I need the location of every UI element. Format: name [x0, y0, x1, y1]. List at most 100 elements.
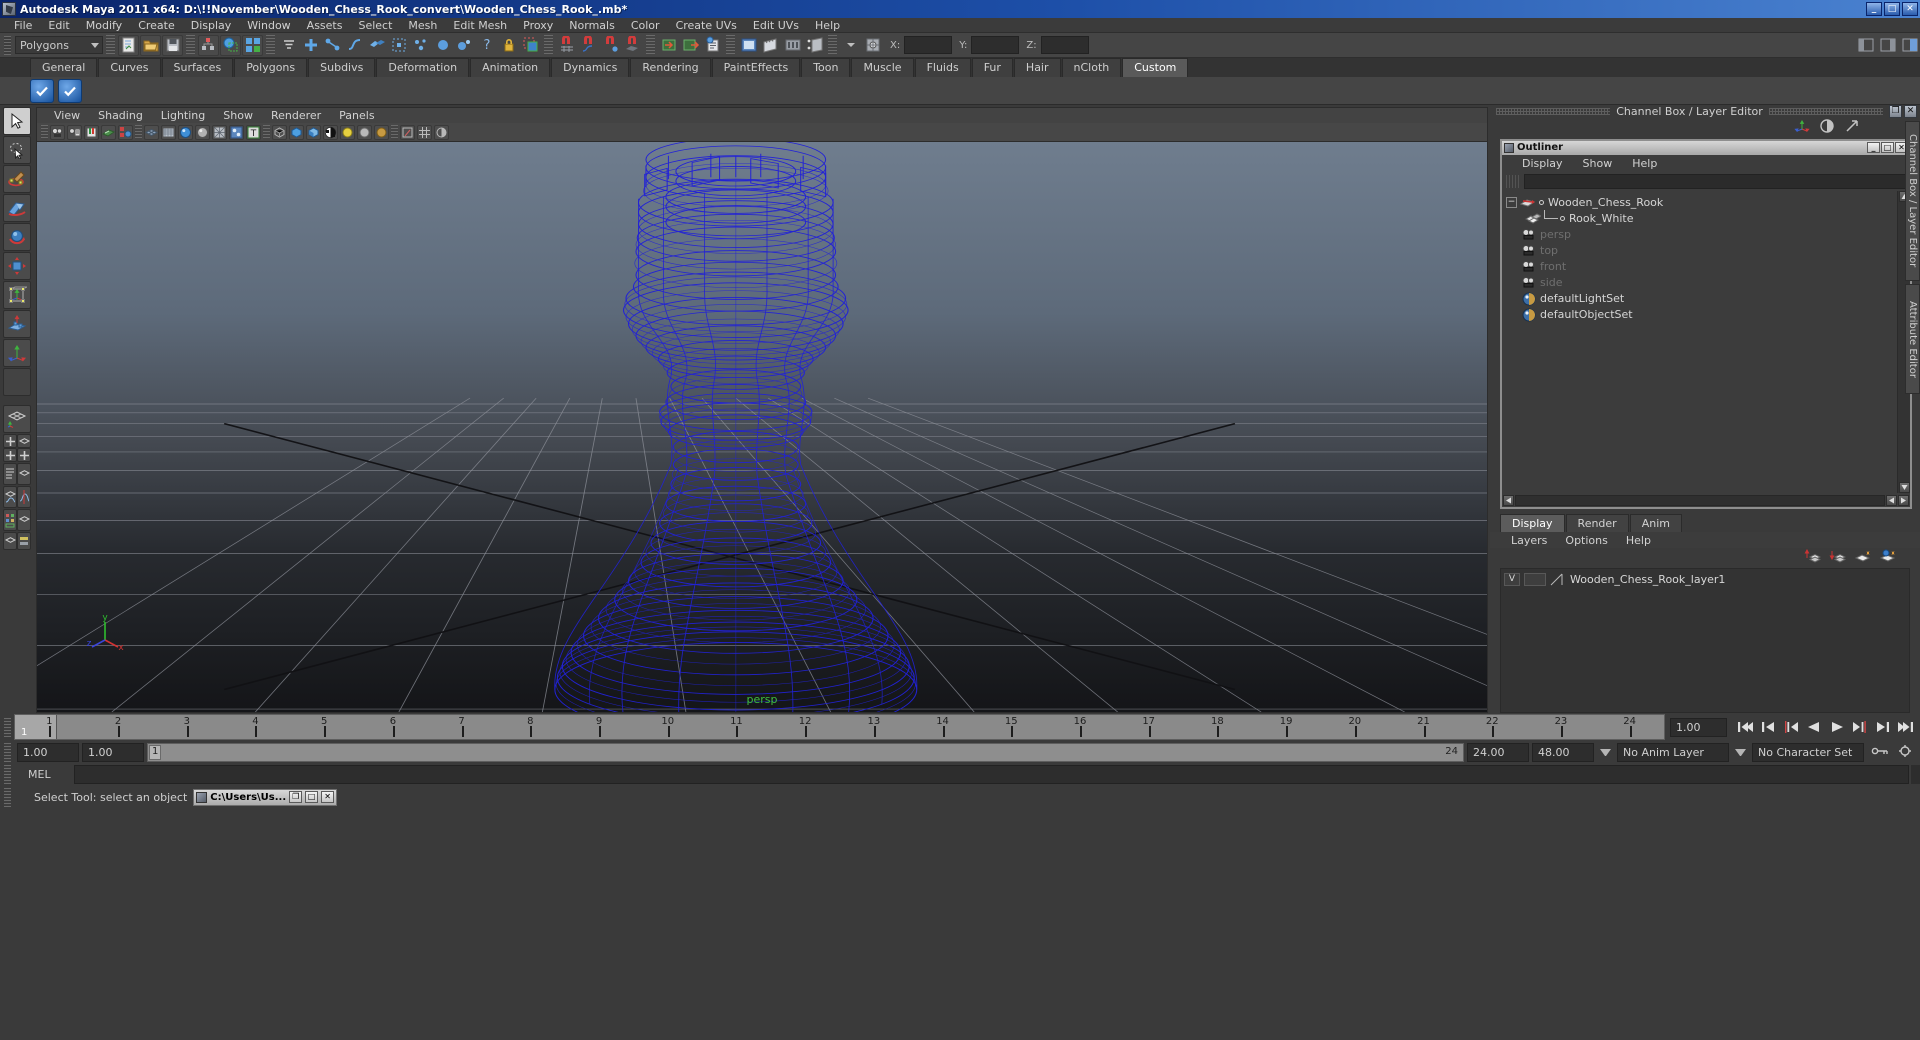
curve-mask-icon[interactable] [344, 35, 365, 56]
animation-end-time-field[interactable]: 48.00 [1532, 742, 1594, 762]
outliner-menu-help[interactable]: Help [1622, 157, 1667, 170]
outliner-menu-show[interactable]: Show [1573, 157, 1623, 170]
outliner-hscroll-track[interactable] [1515, 494, 1885, 506]
layout-two-pane-button[interactable] [3, 448, 17, 462]
layer-up-icon[interactable] [1804, 548, 1822, 566]
shelf-tab-dynamics[interactable]: Dynamics [551, 58, 630, 77]
open-scene-button[interactable] [140, 34, 161, 56]
shadows-icon[interactable] [306, 124, 321, 140]
outliner-row-side[interactable]: side [1502, 275, 1897, 291]
shelf-tab-general[interactable]: General [30, 58, 98, 77]
transform-field-mode-icon[interactable] [862, 35, 883, 56]
select-by-object-type-button[interactable] [220, 34, 241, 56]
layout-hypershade-persp-button[interactable] [3, 509, 17, 531]
layer-row[interactable]: V Wooden_Chess_Rook_layer1 [1504, 572, 1906, 587]
menu-create[interactable]: Create [130, 18, 183, 33]
character-set-field[interactable]: No Character Set [1752, 742, 1864, 762]
minimize-button[interactable]: _ [1866, 2, 1882, 16]
exposure-icon[interactable] [434, 124, 449, 140]
layout-four-view-button[interactable] [3, 434, 17, 448]
layer-playback-toggle[interactable] [1524, 572, 1546, 586]
hardware-texture-icon[interactable] [161, 124, 176, 140]
tab-anim-layers[interactable]: Anim [1629, 514, 1682, 533]
coord-x-input[interactable] [904, 36, 953, 54]
close-button[interactable]: ✕ [1902, 2, 1918, 16]
layer-visibility-toggle[interactable]: V [1504, 572, 1520, 586]
menu-window[interactable]: Window [239, 18, 298, 33]
panel-restore-button[interactable]: ❐ [1889, 105, 1902, 119]
shelf-tab-curves[interactable]: Curves [98, 58, 161, 77]
play-forwards-icon[interactable] [1827, 718, 1847, 737]
shelf-tab-rendering[interactable]: Rendering [630, 58, 711, 77]
toggle-lighting-default-icon[interactable] [272, 124, 287, 140]
light-grey-icon[interactable] [357, 124, 372, 140]
layout-single-perspective-button[interactable] [3, 405, 31, 433]
viewport-menu-show[interactable]: Show [214, 109, 262, 122]
render-settings-icon[interactable] [782, 35, 803, 56]
face-mask-icon[interactable] [366, 35, 387, 56]
anim-layer-field[interactable]: No Anim Layer [1617, 742, 1729, 762]
snap-to-point-icon[interactable] [600, 35, 621, 56]
anim-layer-chevron-icon[interactable] [1600, 748, 1611, 756]
menu-display[interactable]: Display [183, 18, 240, 33]
camera-attributes-icon[interactable] [67, 124, 82, 140]
shelf-tab-subdivs[interactable]: Subdivs [308, 58, 376, 77]
taskbar-window-button[interactable]: C:\Users\Us... ❐ □ ✕ [193, 788, 338, 806]
coord-y-input[interactable] [971, 36, 1020, 54]
layer-down-icon[interactable] [1829, 548, 1847, 566]
shelf-tab-ncloth[interactable]: nCloth [1061, 58, 1122, 77]
text-display-icon[interactable]: T [246, 124, 261, 140]
save-scene-button[interactable] [162, 34, 183, 56]
scroll-left-arrow-icon[interactable] [1886, 494, 1897, 506]
viewport-menu-lighting[interactable]: Lighting [152, 109, 214, 122]
layer-list[interactable]: V Wooden_Chess_Rook_layer1 [1500, 567, 1910, 713]
field-toggle-chevron-icon[interactable] [840, 35, 861, 56]
outliner-row-default-light-set[interactable]: defaultLightSet [1502, 291, 1897, 307]
layout-graph-editor-button[interactable] [17, 486, 31, 508]
menuset-selector[interactable]: Polygons [15, 36, 103, 54]
shelf-tab-toon[interactable]: Toon [801, 58, 851, 77]
lasso-select-tool-button[interactable] [3, 136, 31, 164]
command-language-label[interactable]: MEL [14, 768, 74, 781]
light-yellow-icon[interactable] [340, 124, 355, 140]
shelf-tab-hair[interactable]: Hair [1013, 58, 1061, 77]
misc-mask-icon[interactable] [454, 35, 475, 56]
select-by-hierarchy-button[interactable] [198, 34, 219, 56]
outliner-maximize-button[interactable]: □ [1881, 142, 1894, 154]
construction-history-icon[interactable] [702, 35, 723, 56]
character-set-chevron-icon[interactable] [1735, 748, 1746, 756]
smooth-shade-all-icon[interactable] [178, 124, 193, 140]
show-hide-sidebar-icon[interactable] [1855, 35, 1876, 56]
menu-normals[interactable]: Normals [561, 18, 623, 33]
select-camera-icon[interactable] [50, 124, 65, 140]
vertex-mask-icon[interactable] [300, 35, 321, 56]
component-mask-menu[interactable] [278, 35, 299, 56]
output-connections-icon[interactable] [680, 35, 701, 56]
coord-z-input[interactable] [1040, 36, 1089, 54]
taskbar-restore-button[interactable]: ❐ [289, 791, 303, 803]
outliner-horizontal-scrollbar[interactable] [1502, 493, 1910, 508]
image-plane-icon[interactable] [101, 124, 116, 140]
menu-file[interactable]: File [6, 18, 40, 33]
wireframe-shading-icon[interactable] [144, 124, 159, 140]
auto-key-icon[interactable] [1871, 744, 1889, 761]
layout-persp-graph-button[interactable] [3, 486, 17, 508]
outliner-window-controls[interactable]: _ □ ✕ [1867, 142, 1908, 154]
shelf-tab-muscle[interactable]: Muscle [851, 58, 914, 77]
snap-to-grid-icon[interactable] [556, 35, 577, 56]
current-time-field[interactable]: 1.00 [1670, 717, 1727, 737]
menu-modify[interactable]: Modify [78, 18, 130, 33]
new-scene-button[interactable] [118, 34, 139, 56]
last-tool-used-button[interactable] [3, 339, 31, 367]
viewport-menu-renderer[interactable]: Renderer [262, 109, 330, 122]
menu-select[interactable]: Select [350, 18, 400, 33]
move-tool-button[interactable] [3, 194, 31, 222]
shelf-tab-surfaces[interactable]: Surfaces [161, 58, 234, 77]
grid-toggle-icon[interactable] [417, 124, 432, 140]
vtab-channel-box-layer-editor[interactable]: Channel Box / Layer Editor [1905, 121, 1920, 281]
taskbar-maximize-button[interactable]: □ [305, 791, 319, 803]
tab-display-layers[interactable]: Display [1500, 514, 1565, 533]
input-connections-icon[interactable] [658, 35, 679, 56]
expand-collapse-icon[interactable]: − [1506, 197, 1517, 209]
empty-tool-slot[interactable] [3, 368, 31, 396]
